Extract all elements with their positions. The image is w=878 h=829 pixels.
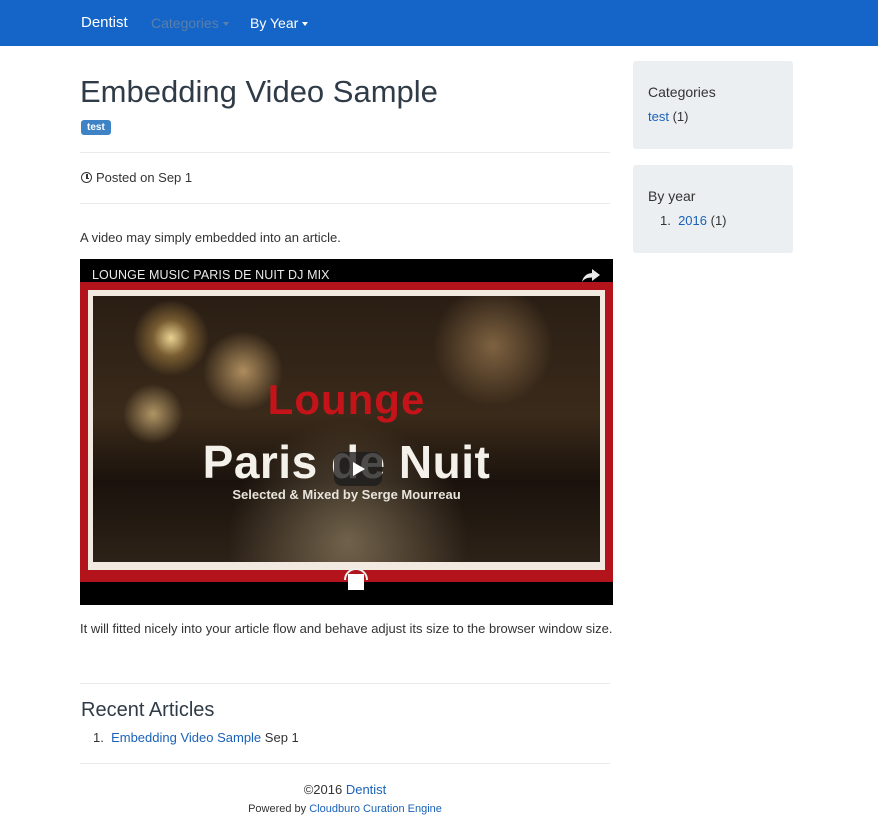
thumbnail-text-mixed: Selected & Mixed by Serge Mourreau — [232, 487, 461, 502]
recent-articles-heading: Recent Articles — [81, 699, 215, 721]
embedded-video[interactable]: Lounge Paris de Nuit Selected & Mixed by… — [80, 259, 613, 605]
footer-brand-link[interactable]: Dentist — [346, 782, 386, 797]
posted-date: Posted on Sep 1 — [81, 170, 192, 185]
divider — [80, 203, 610, 204]
sidebar-categories-heading: Categories — [648, 84, 716, 100]
categories-dropdown-label: Categories — [151, 15, 219, 31]
sidebar-year-item: 1. 2016 (1) — [660, 213, 727, 228]
recent-articles-list: 1. Embedding Video Sample Sep 1 — [93, 730, 299, 745]
category-count: (1) — [672, 109, 689, 124]
engine-link[interactable]: Cloudburo Curation Engine — [309, 803, 442, 815]
caret-down-icon — [222, 22, 229, 27]
posted-date-text: Posted on Sep 1 — [96, 170, 193, 185]
by-year-dropdown[interactable]: By Year — [250, 15, 309, 31]
powered-by-text: Powered by — [248, 803, 307, 815]
category-link-test[interactable]: test — [648, 109, 669, 124]
caret-down-icon — [302, 22, 309, 27]
brand-link[interactable]: Dentist — [81, 14, 128, 31]
clock-icon — [81, 172, 92, 183]
video-thumbnail[interactable]: Lounge Paris de Nuit Selected & Mixed by… — [93, 296, 600, 590]
headphone-icon — [344, 568, 368, 590]
categories-dropdown[interactable]: Categories — [151, 15, 229, 31]
by-year-dropdown-label: By Year — [250, 15, 299, 31]
list-item-number: 1. — [660, 213, 671, 228]
sidebar-by-year: By year 1. 2016 (1) — [633, 165, 793, 253]
recent-article-date: Sep 1 — [264, 730, 299, 745]
video-thumbnail-frame: Lounge Paris de Nuit Selected & Mixed by… — [80, 282, 613, 590]
footer-copyright: ©2016 Dentist — [0, 782, 690, 797]
footer-powered-by: Powered by Cloudburo Curation Engine — [0, 803, 690, 815]
video-thumbnail-border: Lounge Paris de Nuit Selected & Mixed by… — [88, 290, 605, 590]
sidebar-categories: Categories test (1) — [633, 61, 793, 149]
divider — [80, 763, 610, 764]
divider — [80, 683, 610, 684]
sidebar-by-year-heading: By year — [648, 188, 696, 204]
article-intro: A video may simply embedded into an arti… — [80, 230, 341, 245]
sidebar-category-item: test (1) — [648, 109, 688, 124]
copyright-text: ©2016 — [303, 782, 343, 797]
tag-badge[interactable]: test — [81, 120, 111, 135]
divider — [80, 152, 610, 153]
year-link-2016[interactable]: 2016 — [678, 213, 707, 228]
recent-article-link[interactable]: Embedding Video Sample — [111, 730, 261, 745]
play-button[interactable] — [334, 452, 382, 486]
thumbnail-text-lounge: Lounge — [267, 376, 426, 423]
article-title: Embedding Video Sample — [80, 74, 438, 109]
article-body: It will fitted nicely into your article … — [80, 621, 613, 636]
navbar: Dentist Categories By Year — [0, 0, 878, 46]
list-item-number: 1. — [93, 730, 104, 745]
video-title[interactable]: LOUNGE MUSIC PARIS DE NUIT DJ MIX — [92, 268, 330, 282]
year-count: (1) — [710, 213, 727, 228]
share-icon[interactable] — [582, 269, 600, 283]
